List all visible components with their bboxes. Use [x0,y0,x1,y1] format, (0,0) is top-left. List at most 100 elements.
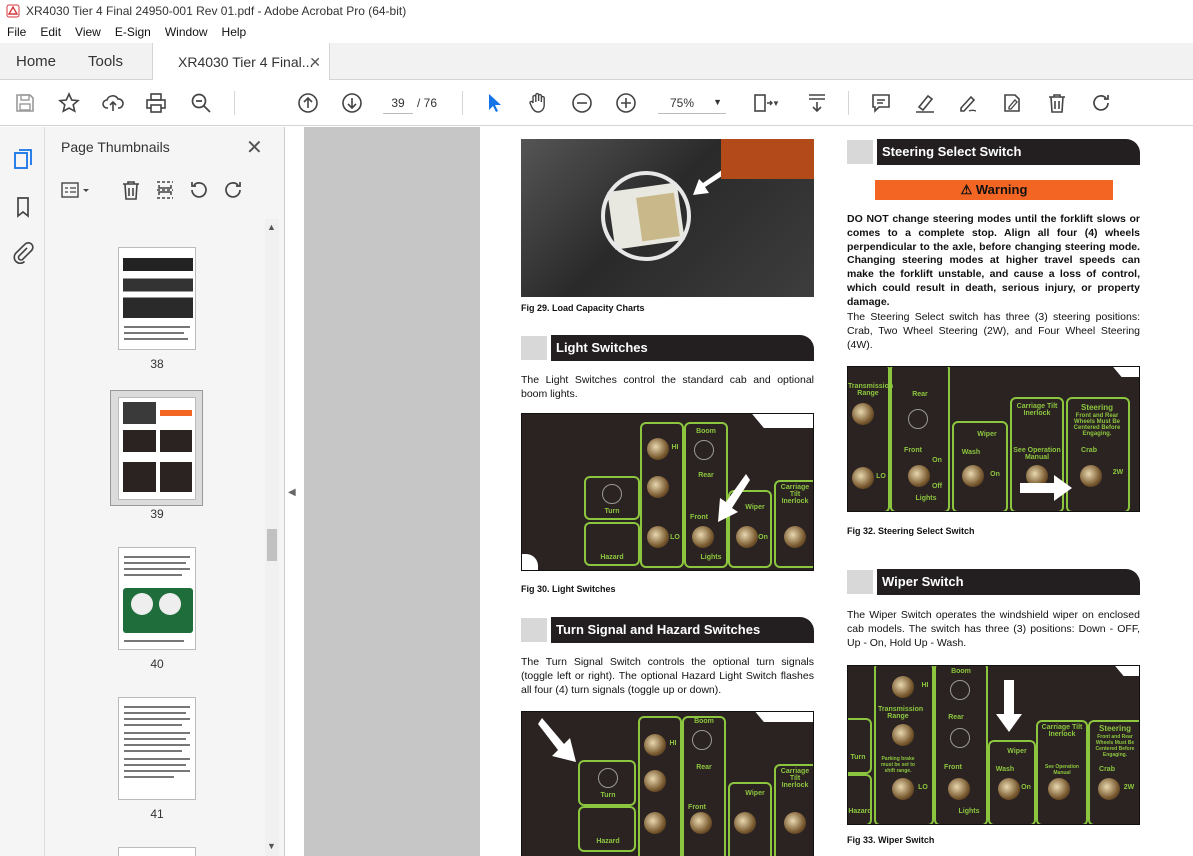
panel-label: Wiper [745,790,765,797]
attachment-clip-icon[interactable] [11,241,35,265]
thumbnail-page-40[interactable] [118,547,196,650]
highlight-pen-icon[interactable] [912,90,938,116]
menu-file[interactable]: File [0,25,33,39]
menu-window[interactable]: Window [158,25,215,39]
delete-page-icon[interactable] [119,178,143,202]
bookmark-star-icon[interactable] [56,90,82,116]
zoom-value: 75% [670,96,695,110]
document-view[interactable]: Fig 29. Load Capacity Charts Light Switc… [304,127,1193,856]
tab-tools[interactable]: Tools [88,43,123,80]
menu-edit[interactable]: Edit [33,25,68,39]
zoom-level-select[interactable]: 75% ▼ [658,92,726,114]
next-page-icon[interactable] [339,90,365,116]
paragraph: The Wiper Switch operates the windshield… [847,609,1140,649]
zoom-search-icon[interactable] [188,90,214,116]
panel-label: Hazard [596,838,620,845]
bookmarks-icon[interactable] [11,195,35,219]
thumbnail-label: 40 [150,657,164,671]
sign-icon[interactable] [955,90,981,116]
page-thumbnails-icon[interactable] [11,147,35,171]
panel-label: On [990,471,1000,478]
panel-label: Lights [958,808,980,815]
panel-label: Off [931,483,943,490]
collapse-panel-icon[interactable]: ◀ [288,487,296,498]
panel-label: Turn [604,508,620,515]
thumbnail-page-39[interactable] [118,397,196,500]
select-cursor-icon[interactable] [481,90,507,116]
thumbnail-label: 39 [150,507,164,521]
panel-label: LO [918,784,928,791]
zoom-out-icon[interactable] [569,90,595,116]
panel-label: HI [669,740,677,747]
paragraph: The Turn Signal Switch controls the opti… [521,656,814,696]
section-header-wiper: Wiper Switch [847,569,1140,595]
panel-label: Wiper [977,431,997,438]
window-title: XR4030 Tier 4 Final 24950-001 Rev 01.pdf… [26,4,407,18]
section-heading: Wiper Switch [877,569,1140,595]
toolbar-divider [462,91,463,115]
chevron-down-icon[interactable]: ▼ [771,90,781,116]
rotate-icon[interactable] [1088,90,1114,116]
thumbnail-scrollbar[interactable]: ▲ ▼ [265,219,279,856]
load-capacity-photo [521,139,814,297]
panel-label: Wiper [1007,748,1027,755]
thumbnail-page-42[interactable] [118,847,196,856]
delete-trash-icon[interactable] [1044,90,1070,116]
print-icon[interactable] [143,90,169,116]
previous-page-icon[interactable] [295,90,321,116]
thumbnail-page-38[interactable] [118,247,196,350]
panel-label: HI [671,444,679,451]
rotate-clockwise-icon[interactable] [221,178,245,202]
panel-label: Boom [696,428,716,435]
panel-label: Lights [915,495,937,502]
panel-label: Crab [1081,447,1097,454]
close-tab-icon[interactable]: ✕ [309,54,321,71]
section-header-steering: Steering Select Switch [847,139,1140,165]
pdf-page: Fig 29. Load Capacity Charts Light Switc… [480,127,1193,856]
panel-label: On [758,534,768,541]
thumbnail-options-icon[interactable] [60,178,92,202]
acrobat-pdf-icon [6,4,20,18]
save-icon[interactable] [12,90,38,116]
panel-label: Turn [600,792,616,799]
panel-label: Steering [1098,724,1131,733]
panel-label: Boom [951,668,971,675]
steering-switch-panel: Transmission Range LO Rear Front On Off … [847,366,1140,512]
panel-label: Front and Rear Wheels Must Be Centered B… [1073,413,1121,437]
rotate-counterclockwise-icon[interactable] [187,178,211,202]
zoom-in-icon[interactable] [613,90,639,116]
panel-label: Carriage Tilt Inerlock [780,768,810,789]
panel-label: LO [876,473,886,480]
hand-tool-icon[interactable] [525,90,551,116]
menu-esign[interactable]: E-Sign [108,25,158,39]
scroll-up-icon[interactable]: ▲ [267,222,276,232]
paragraph: The Steering Select switch has three (3)… [847,311,1140,351]
scrollbar-thumb[interactable] [267,529,277,561]
tab-home[interactable]: Home [16,43,56,80]
panel-label: Rear [948,714,964,721]
thumbnail-page-41[interactable] [118,697,196,800]
close-panel-icon[interactable]: ✕ [246,135,263,160]
thumbnail-list: 38 39 40 41 [45,219,265,856]
thumbnails-panel: Page Thumbnails ✕ 38 39 40 41 ▲ ▼ [45,127,285,856]
comment-icon[interactable] [868,90,894,116]
panel-toolbar [45,175,285,205]
panel-title: Page Thumbnails [61,139,170,155]
menu-help[interactable]: Help [215,25,254,39]
extract-pages-icon[interactable] [153,178,177,202]
scroll-down-icon[interactable]: ▼ [267,841,276,851]
panel-label: Transmission Range [848,383,894,397]
panel-label: Rear [696,764,712,771]
panel-label: Boom [694,718,714,725]
upload-cloud-icon[interactable] [100,90,126,116]
panel-label: Rear [912,391,928,398]
menu-view[interactable]: View [68,25,108,39]
panel-label: See Operation Manual [1013,447,1061,461]
paragraph: The Light Switches control the standard … [521,374,814,400]
page-number-input[interactable] [383,92,413,114]
section-header-light: Light Switches [521,335,814,361]
tab-document[interactable]: XR4030 Tier 4 Final... ✕ [152,43,330,81]
scroll-mode-icon[interactable] [804,90,830,116]
edit-pdf-icon[interactable] [999,90,1025,116]
warning-paragraph: DO NOT change steering modes until the f… [847,213,1140,308]
